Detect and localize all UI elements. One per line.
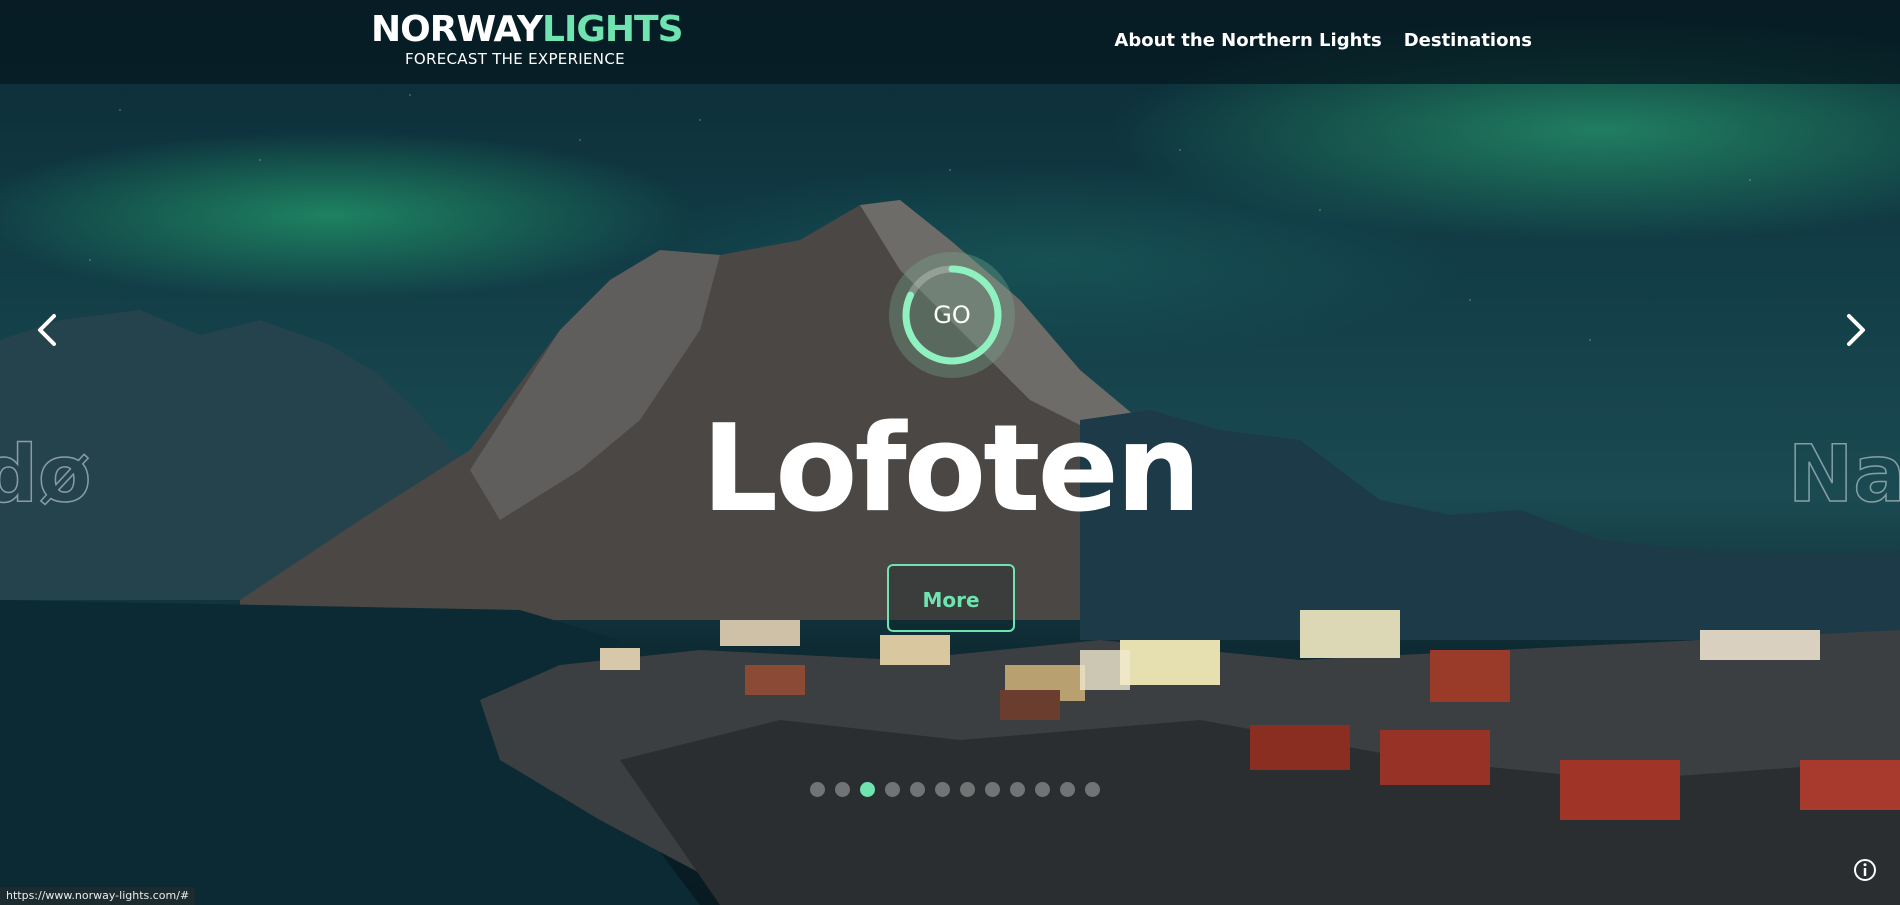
logo-text-lights: LIGHTS [542, 9, 683, 50]
pagination-dot[interactable] [885, 782, 900, 797]
site-logo[interactable]: NORWAYLIGHTS FORECAST THE EXPERIENCE [371, 9, 684, 70]
next-slide-button[interactable] [1835, 310, 1875, 350]
destination-title: Lofoten [701, 400, 1202, 539]
logo-wordmark: NORWAYLIGHTS [371, 9, 684, 50]
pagination-dot[interactable] [1035, 782, 1050, 797]
pagination-dot[interactable] [1010, 782, 1025, 797]
pagination-dot[interactable] [935, 782, 950, 797]
pagination-dot[interactable] [985, 782, 1000, 797]
chevron-left-icon [38, 314, 56, 346]
pagination-dot[interactable] [835, 782, 850, 797]
more-button[interactable]: More [887, 564, 1015, 632]
pagination-dot-active[interactable] [860, 782, 875, 797]
info-button[interactable] [1852, 857, 1878, 883]
chevron-right-icon [1847, 314, 1865, 346]
site-header: NORWAYLIGHTS FORECAST THE EXPERIENCE Abo… [0, 0, 1900, 84]
main-nav: About the Northern Lights Destinations [1114, 28, 1532, 54]
info-icon [1854, 859, 1876, 881]
pagination-dot[interactable] [1060, 782, 1075, 797]
nav-link-destinations[interactable]: Destinations [1404, 28, 1532, 54]
prev-slide-button[interactable] [28, 310, 68, 350]
logo-text-norway: NORWAY [371, 9, 543, 50]
nav-link-about[interactable]: About the Northern Lights [1114, 28, 1381, 54]
pagination-dot[interactable] [960, 782, 975, 797]
pagination-dot[interactable] [1085, 782, 1100, 797]
slide-pagination [810, 782, 1100, 797]
pagination-dot[interactable] [910, 782, 925, 797]
browser-status-url: https://www.norway-lights.com/# [0, 887, 196, 905]
pagination-dot[interactable] [810, 782, 825, 797]
logo-tagline: FORECAST THE EXPERIENCE [405, 50, 625, 68]
go-forecast-button[interactable]: GO [889, 252, 1015, 378]
go-label: GO [933, 301, 971, 329]
hero-slider: NORWAYLIGHTS FORECAST THE EXPERIENCE Abo… [0, 0, 1900, 905]
